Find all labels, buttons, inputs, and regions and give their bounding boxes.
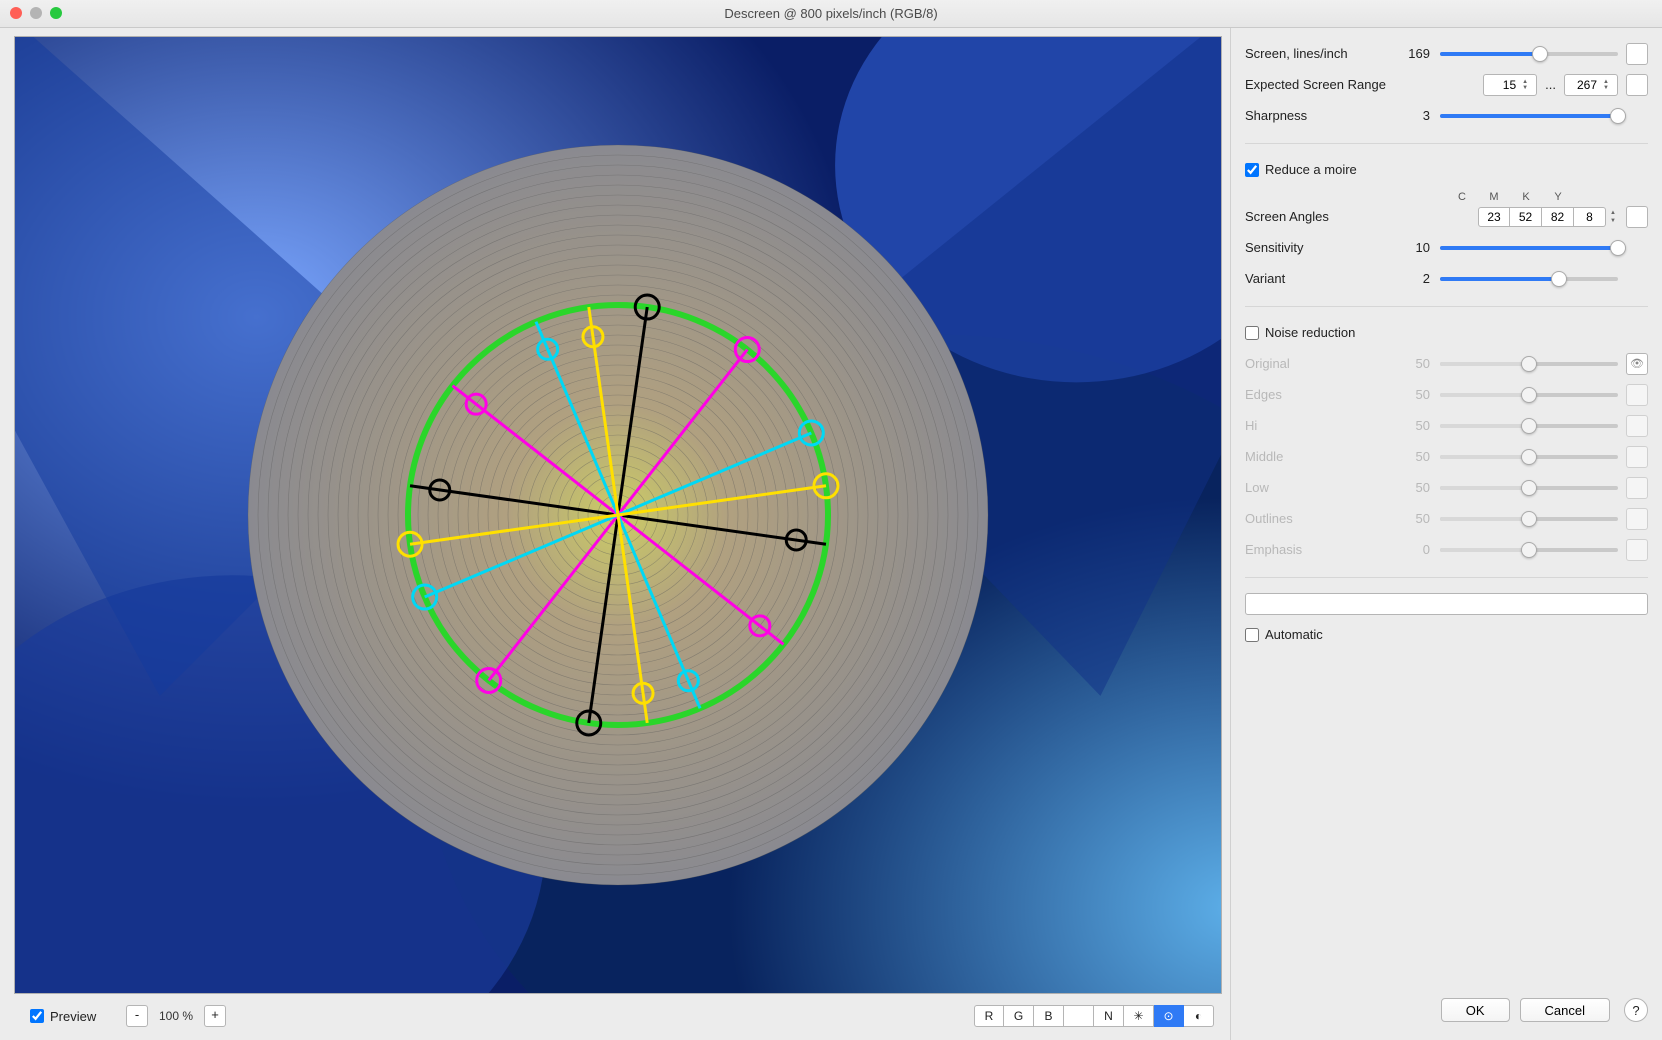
window-close-button[interactable]: [10, 7, 22, 19]
screen-lines-swatch[interactable]: [1626, 43, 1648, 65]
view-mode-5[interactable]: ✳: [1124, 1005, 1154, 1027]
noise-middle-slider: [1440, 455, 1618, 459]
angle-m-input[interactable]: [1510, 207, 1542, 227]
noise-outlines-value: 50: [1400, 511, 1440, 526]
noise-hi-label: Hi: [1245, 418, 1400, 433]
cancel-button[interactable]: Cancel: [1520, 998, 1610, 1022]
view-mode-6[interactable]: ⊙: [1154, 1005, 1184, 1027]
variant-value: 2: [1400, 271, 1440, 286]
sharpness-value: 3: [1400, 108, 1440, 123]
automatic-input[interactable]: [1245, 628, 1259, 642]
noise-edges-slider: [1440, 393, 1618, 397]
cmyk-header-y: Y: [1542, 191, 1574, 203]
noise-middle-value: 50: [1400, 449, 1440, 464]
automatic-label: Automatic: [1265, 627, 1323, 642]
noise-swatch: [1626, 415, 1648, 437]
window-title: Descreen @ 800 pixels/inch (RGB/8): [724, 6, 937, 21]
range-max-field[interactable]: [1571, 78, 1601, 92]
range-swatch[interactable]: [1626, 74, 1648, 96]
preview-checkbox-label: Preview: [50, 1009, 96, 1024]
angle-y-input[interactable]: [1574, 207, 1606, 227]
sharpness-slider[interactable]: [1440, 114, 1618, 118]
window-maximize-button[interactable]: [50, 7, 62, 19]
angle-k-input[interactable]: [1542, 207, 1574, 227]
noise-emphasis-label: Emphasis: [1245, 542, 1400, 557]
noise-swatch: [1626, 384, 1648, 406]
noise-swatch: [1626, 508, 1648, 530]
noise-original-value: 50: [1400, 356, 1440, 371]
cmyk-header-k: K: [1510, 191, 1542, 203]
screen-lines-label: Screen, lines/inch: [1245, 46, 1400, 61]
angle-c-input[interactable]: [1478, 207, 1510, 227]
noise-original-eye-icon[interactable]: 👁: [1626, 353, 1648, 375]
range-min-field[interactable]: [1490, 78, 1520, 92]
view-mode-3[interactable]: [1064, 1005, 1094, 1027]
reduce-moire-checkbox[interactable]: Reduce a moire: [1245, 162, 1357, 177]
zoom-in-button[interactable]: +: [204, 1005, 226, 1027]
sharpness-label: Sharpness: [1245, 108, 1400, 123]
screen-angles-label: Screen Angles: [1245, 209, 1400, 224]
angle-stepper-arrows[interactable]: ▲▼: [1608, 209, 1618, 225]
noise-original-label: Original: [1245, 356, 1400, 371]
sensitivity-value: 10: [1400, 240, 1440, 255]
cmyk-header-m: M: [1478, 191, 1510, 203]
noise-low-value: 50: [1400, 480, 1440, 495]
view-mode-7[interactable]: ◐: [1184, 1005, 1214, 1027]
reduce-moire-input[interactable]: [1245, 163, 1259, 177]
noise-hi-slider: [1440, 424, 1618, 428]
noise-low-label: Low: [1245, 480, 1400, 495]
expected-range-label: Expected Screen Range: [1245, 77, 1400, 92]
noise-swatch: [1626, 446, 1648, 468]
range-min-input[interactable]: ▲▼: [1483, 74, 1537, 96]
noise-swatch: [1626, 477, 1648, 499]
window-titlebar: Descreen @ 800 pixels/inch (RGB/8): [0, 0, 1662, 28]
noise-emphasis-slider: [1440, 548, 1618, 552]
noise-low-slider: [1440, 486, 1618, 490]
noise-edges-value: 50: [1400, 387, 1440, 402]
preview-checkbox-input[interactable]: [30, 1009, 44, 1023]
zoom-out-button[interactable]: -: [126, 1005, 148, 1027]
automatic-checkbox[interactable]: Automatic: [1245, 627, 1323, 642]
variant-label: Variant: [1245, 271, 1400, 286]
range-separator: ...: [1537, 77, 1564, 92]
range-max-input[interactable]: ▲▼: [1564, 74, 1618, 96]
angles-swatch[interactable]: [1626, 206, 1648, 228]
preset-name-input[interactable]: [1245, 593, 1648, 615]
screen-angle-overlay[interactable]: [238, 135, 998, 895]
noise-emphasis-value: 0: [1400, 542, 1440, 557]
screen-lines-value: 169: [1400, 46, 1440, 61]
noise-outlines-label: Outlines: [1245, 511, 1400, 526]
variant-slider[interactable]: [1440, 277, 1618, 281]
cmyk-header-c: C: [1446, 191, 1478, 203]
noise-reduction-checkbox[interactable]: Noise reduction: [1245, 325, 1355, 340]
sensitivity-slider[interactable]: [1440, 246, 1618, 250]
view-mode-4[interactable]: N: [1094, 1005, 1124, 1027]
zoom-value: 100 %: [152, 1009, 200, 1023]
help-button[interactable]: ?: [1624, 998, 1648, 1022]
noise-edges-label: Edges: [1245, 387, 1400, 402]
noise-middle-label: Middle: [1245, 449, 1400, 464]
view-mode-0[interactable]: R: [974, 1005, 1004, 1027]
noise-reduction-label: Noise reduction: [1265, 325, 1355, 340]
view-mode-1[interactable]: G: [1004, 1005, 1034, 1027]
preview-checkbox[interactable]: Preview: [30, 1009, 96, 1024]
view-mode-2[interactable]: B: [1034, 1005, 1064, 1027]
noise-outlines-slider: [1440, 517, 1618, 521]
noise-hi-value: 50: [1400, 418, 1440, 433]
screen-lines-slider[interactable]: [1440, 52, 1618, 56]
sensitivity-label: Sensitivity: [1245, 240, 1400, 255]
window-minimize-button[interactable]: [30, 7, 42, 19]
noise-reduction-input[interactable]: [1245, 326, 1259, 340]
preview-canvas[interactable]: [14, 36, 1222, 994]
view-mode-group: RGB N✳⊙◐: [974, 1005, 1214, 1027]
reduce-moire-label: Reduce a moire: [1265, 162, 1357, 177]
ok-button[interactable]: OK: [1441, 998, 1510, 1022]
noise-swatch: [1626, 539, 1648, 561]
noise-original-slider: [1440, 362, 1618, 366]
